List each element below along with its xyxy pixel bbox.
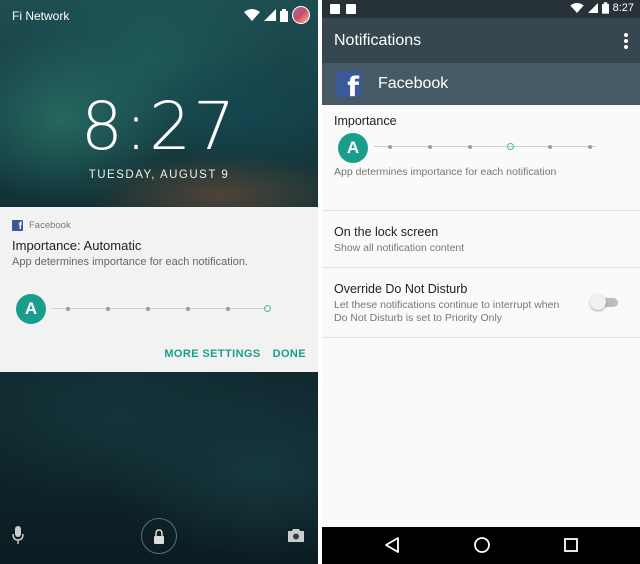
recents-icon[interactable] xyxy=(563,537,579,553)
mic-icon[interactable] xyxy=(12,526,24,544)
signal-icon xyxy=(587,3,598,13)
status-bar: 8:27 xyxy=(322,0,640,18)
importance-slider[interactable]: A xyxy=(16,294,286,324)
page-title: Notifications xyxy=(334,32,422,49)
importance-badge[interactable]: A xyxy=(338,133,368,163)
importance-setting: Importance A App determines importance f… xyxy=(322,105,640,211)
importance-title: Importance xyxy=(334,114,397,128)
notification-app-header: f Facebook xyxy=(12,220,71,231)
override-dnd-setting[interactable]: Override Do Not Disturb Let these notifi… xyxy=(322,268,640,338)
lock-date: TUESDAY, AUGUST 9 xyxy=(88,169,230,181)
app-header: f Facebook xyxy=(322,63,640,105)
slider-track xyxy=(52,308,266,309)
slider-track xyxy=(374,146,596,147)
notification-settings-screen: 8:27 Notifications f Facebook Importance… xyxy=(322,0,640,564)
notification-app-name: Facebook xyxy=(29,220,71,231)
image-notification-icon xyxy=(346,4,356,14)
slider-tick-automatic[interactable] xyxy=(507,143,514,150)
signal-icon xyxy=(264,9,276,21)
dnd-title: Override Do Not Disturb xyxy=(334,282,468,296)
slider-tick[interactable] xyxy=(106,307,110,311)
slider-tick[interactable] xyxy=(388,145,392,149)
status-time: 8:27 xyxy=(612,2,634,14)
slider-tick[interactable] xyxy=(66,307,70,311)
notification-card: f Facebook Importance: Automatic App det… xyxy=(0,207,318,372)
battery-icon xyxy=(601,2,609,14)
wifi-icon xyxy=(569,3,584,13)
slider-tick[interactable] xyxy=(226,307,230,311)
importance-slider[interactable]: A xyxy=(338,133,608,163)
overflow-menu-icon[interactable] xyxy=(624,33,628,51)
dnd-description-line1: Let these notifications continue to inte… xyxy=(334,299,560,311)
more-settings-button[interactable]: MORE SETTINGS xyxy=(164,348,260,360)
lock-screen-title: On the lock screen xyxy=(334,225,439,239)
toolbar: Notifications xyxy=(322,18,640,63)
facebook-icon: f xyxy=(12,220,23,231)
lock-icon xyxy=(154,528,164,544)
slider-tick-automatic[interactable] xyxy=(264,305,271,312)
slider-tick[interactable] xyxy=(548,145,552,149)
dnd-toggle[interactable] xyxy=(590,294,618,310)
slider-tick[interactable] xyxy=(428,145,432,149)
lock-screen-setting[interactable]: On the lock screen Show all notification… xyxy=(322,211,640,268)
home-icon[interactable] xyxy=(473,536,491,554)
back-icon[interactable] xyxy=(384,536,400,554)
importance-badge[interactable]: A xyxy=(16,294,46,324)
facebook-icon: f xyxy=(336,71,362,97)
slider-tick[interactable] xyxy=(146,307,150,311)
lock-screen-value: Show all notification content xyxy=(334,242,465,254)
battery-icon xyxy=(280,8,288,22)
carrier-label: Fi Network xyxy=(12,9,70,23)
facebook-notification-icon xyxy=(330,4,340,14)
dnd-description-line2: Do Not Disturb is set to Priority Only xyxy=(334,312,503,324)
notification-title: Importance: Automatic xyxy=(12,238,142,253)
app-name: Facebook xyxy=(378,75,449,92)
camera-icon[interactable] xyxy=(288,528,304,542)
slider-tick[interactable] xyxy=(588,145,592,149)
avatar[interactable] xyxy=(292,6,310,24)
slider-tick[interactable] xyxy=(468,145,472,149)
done-button[interactable]: DONE xyxy=(273,348,306,360)
lock-screen: Fi Network 8:27 TUESDAY, AUGUST 9 f Face… xyxy=(0,0,318,564)
slider-tick[interactable] xyxy=(186,307,190,311)
wifi-icon xyxy=(244,9,260,21)
toggle-thumb xyxy=(590,294,606,310)
lock-clock: 8:27 xyxy=(80,88,238,165)
notification-description: App determines importance for each notif… xyxy=(12,256,249,268)
unlock-button[interactable] xyxy=(141,518,177,554)
lock-status-bar: Fi Network xyxy=(12,6,310,26)
navigation-bar xyxy=(322,527,640,564)
importance-description: App determines importance for each notif… xyxy=(334,166,557,178)
